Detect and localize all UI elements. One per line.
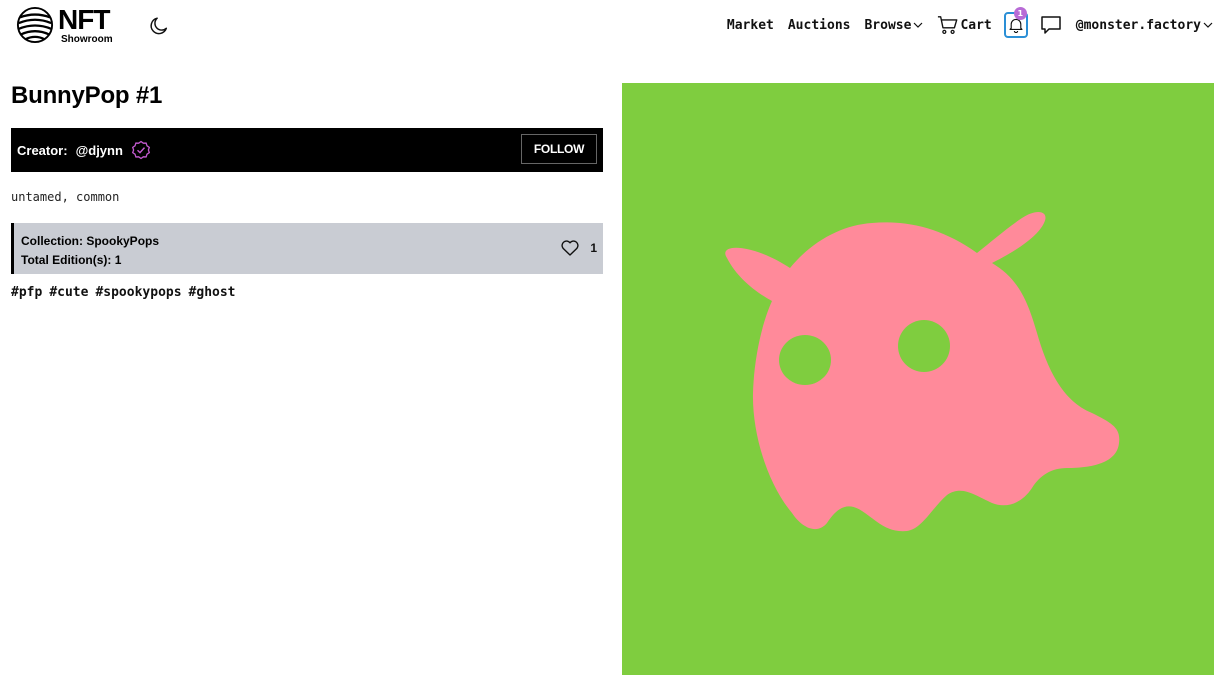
logo-title: NFT <box>58 3 110 35</box>
creator-bar: Creator: @djynn FOLLOW <box>11 128 603 172</box>
editions-label: Total Edition(s): <box>21 253 112 267</box>
ghost-artwork-image <box>622 83 1214 675</box>
username: @monster.factory <box>1075 17 1201 33</box>
tag-item[interactable]: #ghost <box>189 285 236 300</box>
cart-icon <box>938 16 958 34</box>
item-traits: untamed, common <box>11 190 120 204</box>
like-button[interactable]: 1 <box>560 238 597 258</box>
main-nav: Market Auctions Browse Cart 1 @monster.f… <box>727 7 1213 42</box>
heart-icon <box>561 240 579 256</box>
logo-subtitle: Showroom <box>61 33 113 45</box>
nav-auctions[interactable]: Auctions <box>788 18 851 33</box>
chat-icon[interactable] <box>1040 15 1062 35</box>
logo-text: NFT Showroom <box>58 3 113 45</box>
top-navbar: NFT Showroom Market Auctions Browse Cart <box>0 0 1225 52</box>
like-count: 1 <box>590 241 597 255</box>
collection-label: Collection: <box>21 234 83 248</box>
moon-icon[interactable] <box>148 15 170 37</box>
notification-badge: 1 <box>1013 7 1027 20</box>
logo-globe-icon <box>16 6 54 44</box>
nav-browse-label: Browse <box>864 17 912 33</box>
nav-market[interactable]: Market <box>727 18 774 33</box>
site-logo[interactable]: NFT Showroom <box>16 4 126 46</box>
tag-list: #pfp #cute #spookypops #ghost <box>11 285 243 300</box>
creator-handle[interactable]: @djynn <box>76 143 123 158</box>
collection-line: Collection: SpookyPops <box>21 232 603 251</box>
cart-label: Cart <box>960 17 992 33</box>
editions-value: 1 <box>114 253 122 267</box>
follow-button[interactable]: FOLLOW <box>521 134 597 164</box>
chevron-down-icon <box>1203 22 1213 28</box>
collection-link[interactable]: SpookyPops <box>86 234 159 248</box>
nav-browse[interactable]: Browse <box>864 18 923 33</box>
verified-icon <box>131 140 150 160</box>
chevron-down-icon <box>914 22 923 28</box>
tag-item[interactable]: #spookypops <box>95 285 181 300</box>
user-menu[interactable]: @monster.factory <box>1076 18 1213 33</box>
creator-label: Creator: <box>17 142 68 158</box>
tag-item[interactable]: #pfp <box>11 285 42 300</box>
editions-line: Total Edition(s): 1 <box>21 251 603 270</box>
tag-item[interactable]: #cute <box>49 285 88 300</box>
nft-artwork[interactable] <box>622 83 1214 675</box>
cart-button[interactable]: Cart <box>937 14 992 36</box>
notifications-button[interactable]: 1 <box>1003 7 1028 38</box>
collection-info: Collection: SpookyPops Total Edition(s):… <box>11 223 603 274</box>
item-title: BunnyPop #1 <box>11 82 163 109</box>
